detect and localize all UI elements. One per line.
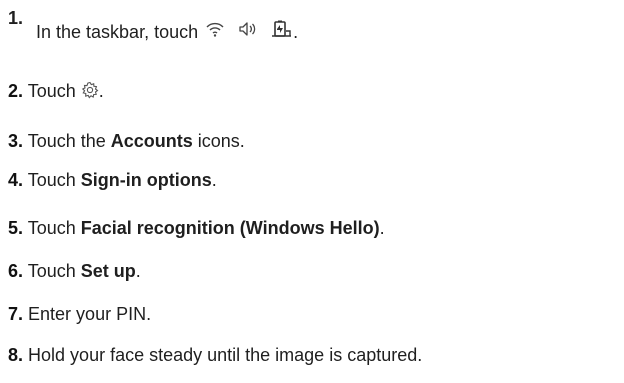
step-3: 3. Touch the Accounts icons. [8,129,245,153]
ui-term: Set up [80,261,136,281]
gear-icon [81,81,99,99]
step-text: Touch [27,261,81,281]
step-number: 1. [8,8,24,28]
step-6: 6. Touch Set up. [8,259,141,283]
step-text-end: . [135,261,141,281]
step-text: Enter your PIN. [28,304,152,324]
step-2: 2. Touch . [8,79,104,103]
ui-term: Sign-in options [80,170,212,190]
step-number: 4. [8,170,24,190]
step-number: 2. [8,81,24,101]
step-text-end: . [379,218,385,238]
speaker-icon [238,20,258,38]
wifi-icon [205,20,225,38]
ui-term: Accounts [110,131,193,151]
step-text: Hold your face steady until the image is… [28,345,423,365]
step-number: 3. [8,131,24,151]
step-text: Touch [27,170,81,190]
step-number: 7. [8,304,24,324]
battery-icon [271,20,293,38]
ui-term: Facial recognition (Windows Hello) [80,218,380,238]
step-number: 8. [8,345,24,365]
step-7: 7. Enter your PIN. [8,302,151,326]
step-text: Touch [27,218,81,238]
step-1: 1. In the taskbar, touch . [8,0,608,48]
step-text-end: . [98,81,104,101]
step-5: 5. Touch Facial recognition (Windows Hel… [8,216,385,240]
step-8: 8. Hold your face steady until the image… [8,343,422,367]
step-4: 4. Touch Sign-in options. [8,168,217,192]
step-number: 6. [8,261,24,281]
step-text-end: . [211,170,217,190]
step-text-end: icons. [192,131,245,151]
step-text-end: . [293,22,299,42]
step-number: 5. [8,218,24,238]
step-text: Touch [27,81,81,101]
step-text: In the taskbar, touch [36,22,204,42]
step-text: Touch the [27,131,111,151]
